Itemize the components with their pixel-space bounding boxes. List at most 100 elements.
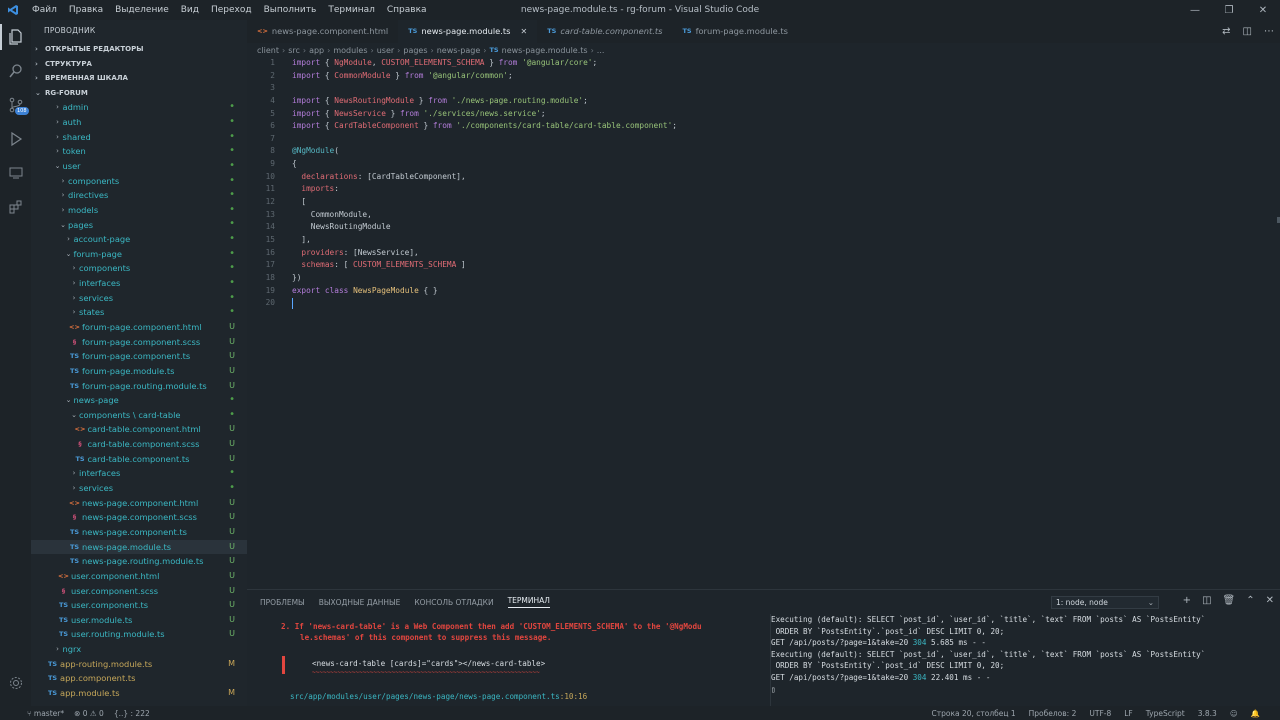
tree-item[interactable]: § forum-page.component.scss U bbox=[31, 335, 247, 350]
remote-explorer-icon[interactable] bbox=[0, 156, 31, 190]
breadcrumb-item[interactable]: pages bbox=[403, 46, 427, 55]
extensions-icon[interactable] bbox=[0, 190, 31, 224]
menu-item[interactable]: Файл bbox=[26, 0, 63, 20]
notifications-icon[interactable]: 🔔 bbox=[1251, 709, 1260, 718]
tree-item[interactable]: › components • bbox=[31, 174, 247, 189]
tree-item[interactable]: › admin • bbox=[31, 100, 247, 115]
source-control-icon[interactable]: 108 bbox=[0, 88, 31, 122]
panel-tab[interactable]: ВЫХОДНЫЕ ДАННЫЕ bbox=[319, 598, 401, 607]
close-icon[interactable]: ✕ bbox=[1246, 0, 1280, 20]
code-editor[interactable]: 1 import { NgModule, CUSTOM_ELEMENTS_SCHE… bbox=[247, 57, 1280, 589]
tree-item[interactable]: TS news-page.component.ts U bbox=[31, 525, 247, 540]
tree-item[interactable]: › shared • bbox=[31, 130, 247, 145]
workspace-root[interactable]: ⌄ RG-FORUM bbox=[31, 86, 247, 101]
panel-tab[interactable]: ТЕРМИНАЛ bbox=[507, 596, 550, 608]
tree-item[interactable]: TS news-page.module.ts U bbox=[31, 539, 247, 555]
close-tab-icon[interactable]: ✕ bbox=[520, 20, 527, 43]
search-icon[interactable] bbox=[0, 54, 31, 88]
tree-item[interactable]: ⌄ pages • bbox=[31, 218, 247, 233]
breadcrumb-item[interactable]: modules bbox=[333, 46, 367, 55]
tree-item[interactable]: TS card-table.component.ts U bbox=[31, 452, 247, 467]
breadcrumb-item[interactable]: ... bbox=[597, 46, 605, 55]
ts-version[interactable]: 3.8.3 bbox=[1198, 709, 1217, 718]
split-terminal-icon[interactable]: ◫ bbox=[1202, 595, 1211, 606]
tree-item[interactable]: › auth • bbox=[31, 115, 247, 130]
kill-terminal-icon[interactable]: 🗑 bbox=[1223, 595, 1236, 606]
tree-item[interactable]: › models • bbox=[31, 203, 247, 218]
tree-item[interactable]: › ngrx bbox=[31, 642, 247, 657]
tree-item[interactable]: › interfaces • bbox=[31, 466, 247, 481]
menu-item[interactable]: Вид bbox=[175, 0, 205, 20]
sidebar-section[interactable]: › ВРЕМЕННАЯ ШКАЛА bbox=[31, 71, 247, 86]
tree-item[interactable]: § news-page.component.scss U bbox=[31, 510, 247, 525]
settings-gear-icon[interactable] bbox=[0, 666, 31, 700]
tree-item[interactable]: › account-page • bbox=[31, 232, 247, 247]
tree-item[interactable]: TS app.component.ts bbox=[31, 671, 247, 686]
tree-item[interactable]: › states • bbox=[31, 305, 247, 320]
breadcrumb-item[interactable]: app bbox=[309, 46, 324, 55]
more-actions-icon[interactable]: ⋯ bbox=[1264, 26, 1274, 37]
breadcrumb-item[interactable]: news-page.module.ts bbox=[502, 46, 588, 55]
editor-tab[interactable]: TS forum-page.module.ts bbox=[672, 20, 798, 43]
tree-item[interactable]: ⌄ components \ card-table • bbox=[31, 408, 247, 423]
panel-tab[interactable]: КОНСОЛЬ ОТЛАДКИ bbox=[414, 598, 493, 607]
tree-item[interactable]: › services • bbox=[31, 291, 247, 306]
tree-item[interactable]: TS app.module.ts M bbox=[31, 686, 247, 701]
tree-item[interactable]: TS user.routing.module.ts U bbox=[31, 627, 247, 642]
editor-tab[interactable]: TS card-table.component.ts bbox=[537, 20, 672, 43]
menu-item[interactable]: Терминал bbox=[322, 0, 381, 20]
branch-indicator[interactable]: ⑂ master* bbox=[27, 709, 64, 718]
terminal-right[interactable]: Executing (default): SELECT `post_id`, `… bbox=[770, 614, 1280, 706]
menu-item[interactable]: Выполнить bbox=[258, 0, 323, 20]
menu-item[interactable]: Правка bbox=[63, 0, 109, 20]
terminal-select[interactable]: 1: node, node ⌄ bbox=[1051, 596, 1159, 609]
breadcrumb-item[interactable]: client bbox=[257, 46, 279, 55]
tree-item[interactable]: TS app-routing.module.ts M bbox=[31, 657, 247, 672]
tree-item[interactable]: <> forum-page.component.html U bbox=[31, 320, 247, 335]
split-editor-icon[interactable]: ◫ bbox=[1243, 26, 1252, 37]
tree-item[interactable]: TS forum-page.routing.module.ts U bbox=[31, 379, 247, 394]
tree-item[interactable]: TS user.module.ts U bbox=[31, 613, 247, 628]
sidebar-section[interactable]: › СТРУКТУРА bbox=[31, 57, 247, 72]
explorer-icon[interactable] bbox=[0, 20, 31, 54]
new-terminal-icon[interactable]: + bbox=[1183, 595, 1191, 606]
tree-item[interactable]: TS news-page.routing.module.ts U bbox=[31, 554, 247, 569]
minimize-icon[interactable]: — bbox=[1178, 0, 1212, 20]
editor-tab[interactable]: <> news-page.component.html bbox=[247, 20, 398, 43]
tree-item[interactable]: ⌄ forum-page • bbox=[31, 247, 247, 262]
compare-changes-icon[interactable]: ⇄ bbox=[1222, 26, 1230, 37]
menu-item[interactable]: Переход bbox=[205, 0, 258, 20]
editor-tab[interactable]: TS news-page.module.ts ✕ bbox=[398, 20, 538, 43]
tree-item[interactable]: TS user.component.ts U bbox=[31, 598, 247, 613]
encoding[interactable]: UTF-8 bbox=[1089, 709, 1111, 718]
cursor-position[interactable]: Строка 20, столбец 1 bbox=[932, 709, 1016, 718]
tree-item[interactable]: ⌄ user • bbox=[31, 159, 247, 174]
tree-item[interactable]: › directives • bbox=[31, 188, 247, 203]
tree-item[interactable]: <> news-page.component.html U bbox=[31, 496, 247, 511]
problems-indicator[interactable]: ⊗ 0 ⚠ 0 bbox=[74, 709, 104, 718]
language-mode[interactable]: TypeScript bbox=[1146, 709, 1185, 718]
tree-item[interactable]: § card-table.component.scss U bbox=[31, 437, 247, 452]
breadcrumb-item[interactable]: news-page bbox=[437, 46, 481, 55]
selection-indicator[interactable]: {..} : 222 bbox=[114, 709, 150, 718]
end-of-line[interactable]: LF bbox=[1124, 709, 1133, 718]
tree-item[interactable]: › interfaces • bbox=[31, 276, 247, 291]
breadcrumb-item[interactable]: user bbox=[377, 46, 394, 55]
terminal-left[interactable]: 2. If 'news-card-table' is a Web Compone… bbox=[247, 614, 762, 706]
tree-item[interactable]: › components • bbox=[31, 261, 247, 276]
tree-item[interactable]: <> card-table.component.html U bbox=[31, 422, 247, 437]
restore-icon[interactable]: ❐ bbox=[1212, 0, 1246, 20]
close-panel-icon[interactable]: ✕ bbox=[1266, 595, 1274, 606]
tree-item[interactable]: ⌄ news-page • bbox=[31, 393, 247, 408]
tree-item[interactable]: › services • bbox=[31, 481, 247, 496]
menu-item[interactable]: Выделение bbox=[109, 0, 175, 20]
breadcrumb-item[interactable]: src bbox=[288, 46, 300, 55]
tree-item[interactable]: TS forum-page.component.ts U bbox=[31, 349, 247, 364]
maximize-panel-icon[interactable]: ⌃ bbox=[1246, 595, 1254, 606]
sidebar-section[interactable]: › ОТКРЫТЫЕ РЕДАКТОРЫ bbox=[31, 42, 247, 57]
feedback-icon[interactable]: ☺ bbox=[1230, 709, 1238, 718]
tree-item[interactable]: § user.component.scss U bbox=[31, 584, 247, 599]
tree-item[interactable]: <> user.component.html U bbox=[31, 569, 247, 584]
run-debug-icon[interactable] bbox=[0, 122, 31, 156]
tree-item[interactable]: TS forum-page.module.ts U bbox=[31, 364, 247, 379]
